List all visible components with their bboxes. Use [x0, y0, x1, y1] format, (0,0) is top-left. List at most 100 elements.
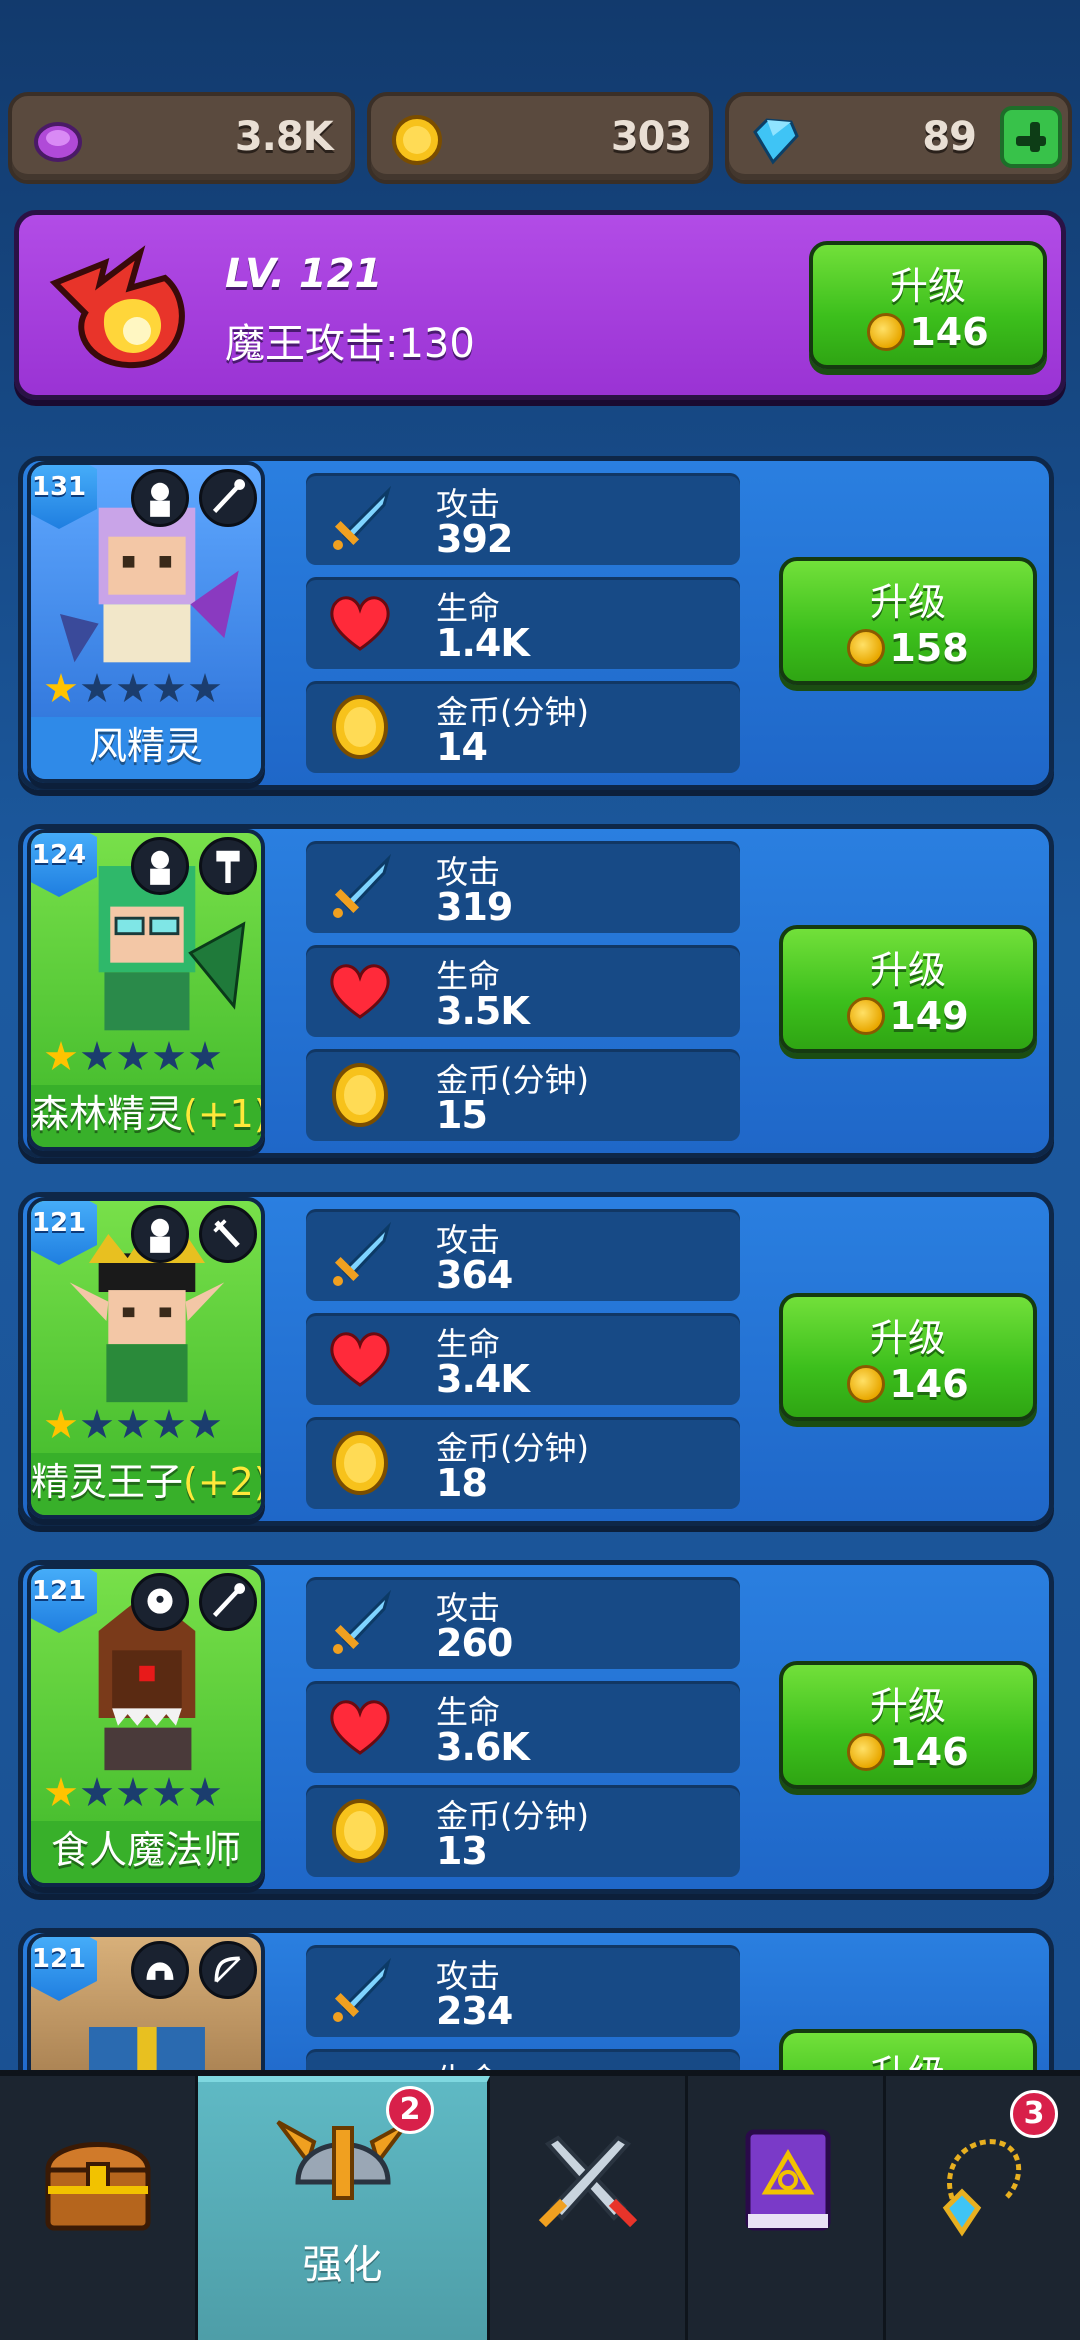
- star-icon: [153, 673, 185, 703]
- hero-card[interactable]: 121 精灵王子(+2): [27, 1197, 265, 1519]
- hero-upgrade-button[interactable]: 升级 149: [779, 925, 1037, 1053]
- stat-gold-value: 15: [436, 1093, 488, 1137]
- race-trait-icon: [131, 837, 189, 895]
- stat-attack: 攻击 234: [306, 1945, 740, 2037]
- amulet-icon: [942, 2139, 1022, 2237]
- coin-icon: [847, 629, 886, 667]
- hero-upgrade-label: 升级: [869, 580, 946, 624]
- stat-life-value: 3.4K: [436, 1357, 530, 1401]
- stat-attack: 攻击 364: [306, 1209, 740, 1301]
- hero-upgrade-cost: 149: [783, 994, 1033, 1038]
- hero-star-rating: [45, 1409, 221, 1441]
- hero-row-wind-fairy: 131 风精灵 攻击 392 生命 1.4K 金币(分钟) 14 升级 158: [18, 456, 1054, 790]
- tab-battle[interactable]: [490, 2076, 688, 2340]
- star-icon: [153, 1777, 185, 1807]
- stat-attack: 攻击 319: [306, 841, 740, 933]
- purple-orb-icon: [34, 122, 82, 162]
- hero-name-bar: 森林精灵(+1): [31, 1085, 261, 1147]
- hero-name: 森林精灵: [31, 1092, 184, 1136]
- star-icon: [153, 1409, 185, 1439]
- star-icon: [81, 673, 113, 703]
- tab-amulet[interactable]: 3: [886, 2076, 1080, 2340]
- enhance-badge: 2: [386, 2086, 434, 2134]
- bow-trait-icon: [199, 1941, 257, 1999]
- hero-upgrade-button[interactable]: 升级 146: [779, 1661, 1037, 1789]
- stat-life-value: 3.5K: [436, 989, 530, 1033]
- hero-upgrade-button[interactable]: 升级 146: [779, 1293, 1037, 1421]
- hero-name-bonus: (+2): [183, 1460, 265, 1504]
- stat-gold: 金币(分钟) 18: [306, 1417, 740, 1509]
- heart-icon: [330, 1700, 390, 1755]
- hero-name: 精灵王子: [31, 1460, 184, 1504]
- hero-row-ogre-mage: 121 食人魔法师 攻击 260 生命 3.6K 金币(分钟) 13 升级 14…: [18, 1560, 1054, 1894]
- stat-life: 生命 3.6K: [306, 1681, 740, 1773]
- sword-icon: [333, 1221, 392, 1286]
- dagger-trait-icon: [199, 1205, 257, 1263]
- staff-trait-icon: [199, 469, 257, 527]
- hero-name: 风精灵: [88, 724, 203, 768]
- boss-upgrade-label: 升级: [889, 264, 966, 308]
- stat-attack: 攻击 392: [306, 473, 740, 565]
- crossed-swords-icon: [538, 2135, 638, 2228]
- tab-spellbook[interactable]: [688, 2076, 886, 2340]
- hero-row-elf-prince: 121 精灵王子(+2) 攻击 364 生命 3.4K 金币(分钟) 18 升级…: [18, 1192, 1054, 1526]
- star-icon: [45, 1041, 77, 1071]
- add-gems-button[interactable]: [1000, 106, 1063, 168]
- gold-coin-icon: [332, 1799, 388, 1863]
- hero-upgrade-cost: 158: [783, 626, 1033, 670]
- stat-life: 生命 1.4K: [306, 577, 740, 669]
- currency-bar: 3.8K 303 89: [8, 92, 1073, 184]
- hero-name-bar: 食人魔法师: [31, 1821, 261, 1883]
- gold-coin-icon: [332, 1431, 388, 1495]
- stat-attack-value: 260: [436, 1621, 513, 1665]
- tab-enhance[interactable]: 2 强化: [198, 2076, 490, 2340]
- hero-upgrade-cost: 146: [783, 1730, 1033, 1774]
- hero-card[interactable]: 124 森林精灵(+1): [27, 829, 265, 1151]
- tab-enhance-label: 强化: [302, 2242, 383, 2288]
- star-icon: [81, 1777, 113, 1807]
- stat-life: 生命 3.4K: [306, 1313, 740, 1405]
- star-icon: [81, 1041, 113, 1071]
- stat-gold-value: 14: [436, 725, 488, 769]
- boss-upgrade-button[interactable]: 升级 146: [809, 241, 1047, 369]
- boss-panel: LV. 121 魔王攻击:130 升级 146: [14, 210, 1066, 400]
- hero-upgrade-button[interactable]: 升级 158: [779, 557, 1037, 685]
- hero-upgrade-cost: 146: [783, 1362, 1033, 1406]
- stat-life-value: 1.4K: [436, 621, 530, 665]
- hammer-trait-icon: [199, 837, 257, 895]
- star-icon: [189, 1777, 221, 1807]
- hero-star-rating: [45, 1777, 221, 1809]
- blue-gem-icon: [753, 118, 800, 165]
- race-trait-icon: [131, 469, 189, 527]
- stat-gold-value: 13: [436, 1829, 488, 1873]
- hero-upgrade-label: 升级: [869, 1684, 946, 1728]
- gold-coin-icon: [391, 115, 442, 165]
- stat-gold: 金币(分钟) 13: [306, 1785, 740, 1877]
- hero-card[interactable]: 121 食人魔法师: [27, 1565, 265, 1887]
- star-icon: [117, 1041, 149, 1071]
- stat-gold: 金币(分钟) 15: [306, 1049, 740, 1141]
- hero-row-forest-elf: 124 森林精灵(+1) 攻击 319 生命 3.5K 金币(分钟) 15 升级…: [18, 824, 1054, 1158]
- hero-card[interactable]: 131 风精灵: [27, 461, 265, 783]
- sword-icon: [333, 1957, 392, 2022]
- star-icon: [189, 673, 221, 703]
- gem-currency-amount: 89: [922, 114, 977, 160]
- stat-gold-value: 18: [436, 1461, 488, 1505]
- hero-name-bonus: (+1): [183, 1092, 265, 1136]
- treasure-chest-icon: [45, 2142, 151, 2231]
- star-icon: [153, 1041, 185, 1071]
- star-icon: [45, 1777, 77, 1807]
- tab-treasure[interactable]: [0, 2076, 198, 2340]
- hero-upgrade-label: 升级: [869, 1316, 946, 1360]
- flame-icon: [49, 245, 185, 369]
- gem-currency: 89: [725, 92, 1073, 184]
- star-icon: [45, 673, 77, 703]
- star-icon: [117, 673, 149, 703]
- sword-icon: [333, 485, 392, 550]
- stat-life-value: 3.6K: [436, 1725, 530, 1769]
- hero-star-rating: [45, 673, 221, 705]
- hero-name-bar: 风精灵: [31, 717, 261, 779]
- stat-attack-value: 319: [436, 885, 513, 929]
- gold-coin-icon: [332, 695, 388, 759]
- coin-icon: [847, 997, 886, 1035]
